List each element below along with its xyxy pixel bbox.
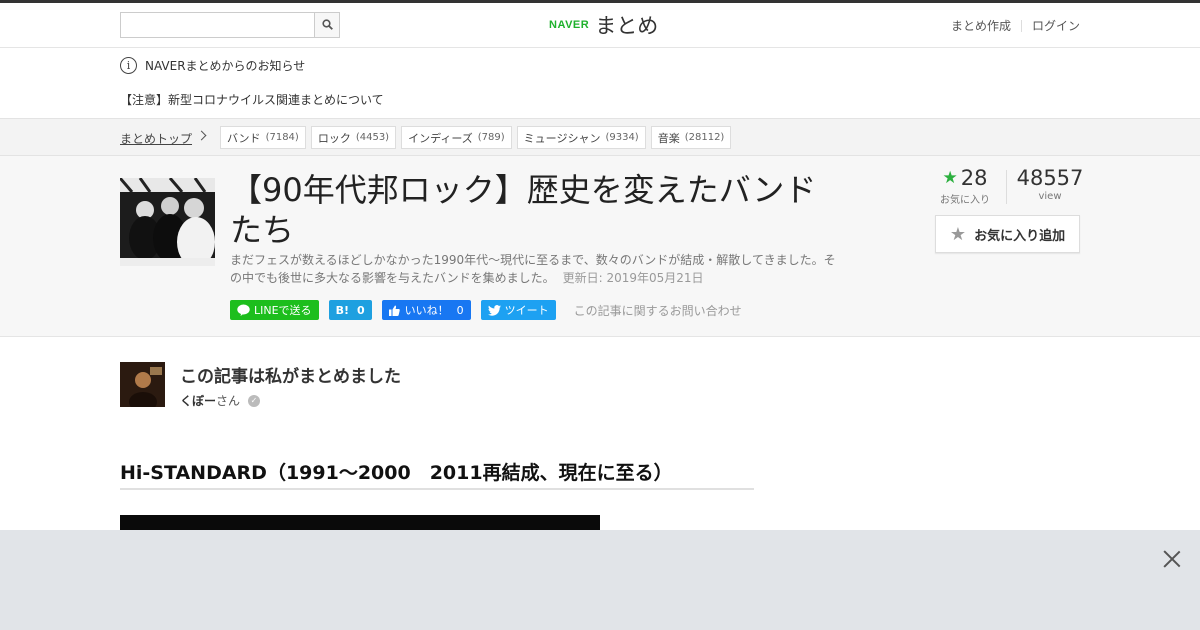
stats-divider (1006, 170, 1007, 204)
tag-musician[interactable]: ミュージシャン (9334) (516, 126, 646, 149)
info-icon: i (120, 57, 137, 74)
view-count: 48557 view (1016, 166, 1084, 202)
contact-link[interactable]: この記事に関するお問い合わせ (574, 302, 742, 319)
close-icon[interactable] (1162, 548, 1182, 568)
view-count-label: view (1038, 191, 1062, 202)
search-input[interactable] (120, 12, 315, 38)
favorite-count: ★ 28 お気に入り (940, 166, 990, 206)
search-button[interactable] (314, 12, 340, 38)
author-name-suffix: さん (216, 394, 241, 408)
add-favorite-button[interactable]: ★ お気に入り追加 (935, 215, 1080, 253)
notice-info[interactable]: i NAVERまとめからのお知らせ (120, 57, 305, 74)
breadcrumb: まとめトップ バンド (7184) ロック (4453) インディーズ (789) ミ… (0, 118, 1200, 156)
tag-rock[interactable]: ロック (4453) (310, 126, 397, 149)
thumbs-up-icon (388, 305, 400, 316)
search-icon (322, 19, 333, 30)
line-icon (237, 304, 250, 316)
facebook-like-button[interactable]: いいね！ 0 (381, 300, 471, 320)
hatena-icon: B! (335, 303, 349, 317)
logo-matome: まとめ (595, 14, 659, 38)
login-link[interactable]: ログイン (1032, 17, 1080, 34)
avatar[interactable] (120, 362, 165, 407)
section-heading: Hi-STANDARD（1991～2000 2011再結成、現在に至る） (120, 458, 754, 490)
tag-indies[interactable]: インディーズ (789) (401, 126, 512, 149)
header-divider (1020, 19, 1022, 32)
article-title: 【90年代邦ロック】歴史を変えたバンドたち (230, 171, 817, 249)
article-description-text: まだフェスが数えるほどしかなかった1990年代～現代に至るまで、数々のバンドが結… (230, 253, 836, 285)
logo-naver: NAVER (549, 19, 590, 31)
add-favorite-label: お気に入り追加 (974, 228, 1066, 244)
search-form (120, 12, 340, 38)
site-header: NAVER まとめ まとめ作成 ログイン (0, 3, 1200, 48)
line-share-button[interactable]: LINEで送る (230, 300, 319, 320)
tag-list: バンド (7184) ロック (4453) インディーズ (789) ミュージシャン(… (220, 126, 736, 149)
band-photo-image (120, 178, 215, 266)
create-matome-link[interactable]: まとめ作成 (951, 17, 1011, 34)
author-heading: この記事は私がまとめました (180, 367, 401, 387)
tag-band[interactable]: バンド (7184) (220, 126, 306, 149)
site-logo[interactable]: NAVER まとめ (549, 11, 658, 39)
facebook-count: 0 (456, 303, 464, 317)
verified-check-icon: ✓ (248, 394, 261, 407)
tag-music[interactable]: 音楽 (28112) (650, 126, 732, 149)
ad-overlay (0, 530, 1200, 630)
article-thumbnail (120, 178, 215, 266)
author-avatar-image (120, 362, 165, 407)
breadcrumb-home-link[interactable]: まとめトップ (120, 130, 192, 147)
hatena-bookmark-button[interactable]: B! 0 (328, 300, 372, 320)
author-name[interactable]: くぼー さん ✓ (180, 392, 261, 409)
twitter-bird-icon (487, 304, 501, 316)
star-icon: ★ (942, 168, 958, 188)
favorite-count-value: 28 (960, 166, 988, 190)
tweet-button[interactable]: ツイート (480, 300, 556, 320)
updated-date: 更新日: 2019年05月21日 (562, 271, 704, 285)
share-buttons: LINEで送る B! 0 いいね！ 0 ツイート この記事に関するお問い合わせ (230, 300, 742, 320)
chevron-right-icon (196, 130, 207, 141)
view-count-value: 48557 (1016, 166, 1084, 190)
favorite-count-label: お気に入り (940, 195, 990, 206)
hatena-count: 0 (356, 303, 365, 317)
notice-covid-link[interactable]: 【注意】新型コロナウイルス関連まとめについて (120, 91, 384, 108)
article-description: まだフェスが数えるほどしかなかった1990年代～現代に至るまで、数々のバンドが結… (230, 251, 840, 287)
author-name-text: くぼー (180, 394, 217, 408)
star-outline-icon: ★ (949, 223, 967, 245)
header-links: まとめ作成 ログイン (951, 17, 1080, 34)
notice-info-text: NAVERまとめからのお知らせ (145, 59, 306, 73)
